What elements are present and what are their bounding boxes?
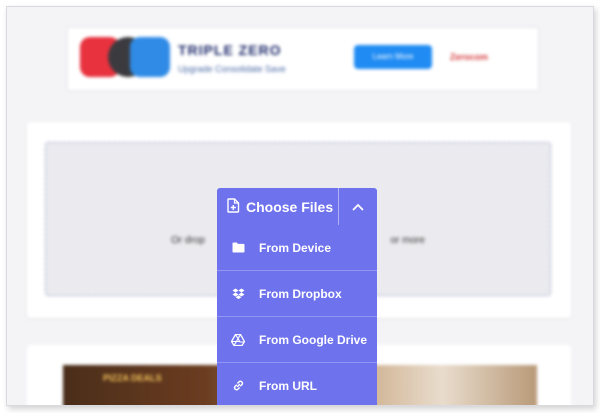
- menu-toggle-button[interactable]: [338, 188, 377, 225]
- google-drive-icon: [231, 333, 245, 347]
- ad-brand: Zerocom: [450, 52, 489, 62]
- ad-logo-blue: [130, 37, 170, 77]
- ad-title: TRIPLE ZERO: [178, 42, 282, 58]
- menu-item-from-url[interactable]: From URL: [217, 362, 377, 405]
- choose-files-button-group: Choose Files: [217, 188, 377, 225]
- upload-source-menu: From Device From Dropbox From Google Dri…: [217, 225, 377, 405]
- link-icon: [231, 379, 245, 393]
- menu-item-from-device[interactable]: From Device: [217, 225, 377, 270]
- top-banner-ad[interactable]: TRIPLE ZERO Upgrade Consolidate Save Lea…: [67, 27, 539, 91]
- choose-files-label: Choose Files: [246, 198, 334, 215]
- bottom-ad-text: PIZZA DEALS: [103, 373, 162, 383]
- menu-item-label: From URL: [259, 378, 317, 393]
- menu-item-label: From Dropbox: [259, 286, 342, 301]
- chevron-up-icon: [352, 198, 364, 216]
- ad-cta-button[interactable]: Learn More: [354, 45, 432, 69]
- file-add-icon: [227, 197, 246, 216]
- browser-frame: TRIPLE ZERO Upgrade Consolidate Save Lea…: [6, 6, 594, 406]
- dropzone-hint-left: Or drop: [171, 235, 205, 246]
- dropbox-icon: [231, 287, 245, 301]
- folder-icon: [231, 241, 245, 255]
- ad-subtitle: Upgrade Consolidate Save: [178, 64, 286, 74]
- dropzone-hint-right: or more: [390, 235, 425, 246]
- menu-item-from-dropbox[interactable]: From Dropbox: [217, 270, 377, 316]
- choose-files-button[interactable]: Choose Files: [217, 188, 338, 225]
- menu-item-from-google-drive[interactable]: From Google Drive: [217, 316, 377, 362]
- menu-item-label: From Google Drive: [259, 332, 368, 347]
- menu-item-label: From Device: [259, 240, 332, 255]
